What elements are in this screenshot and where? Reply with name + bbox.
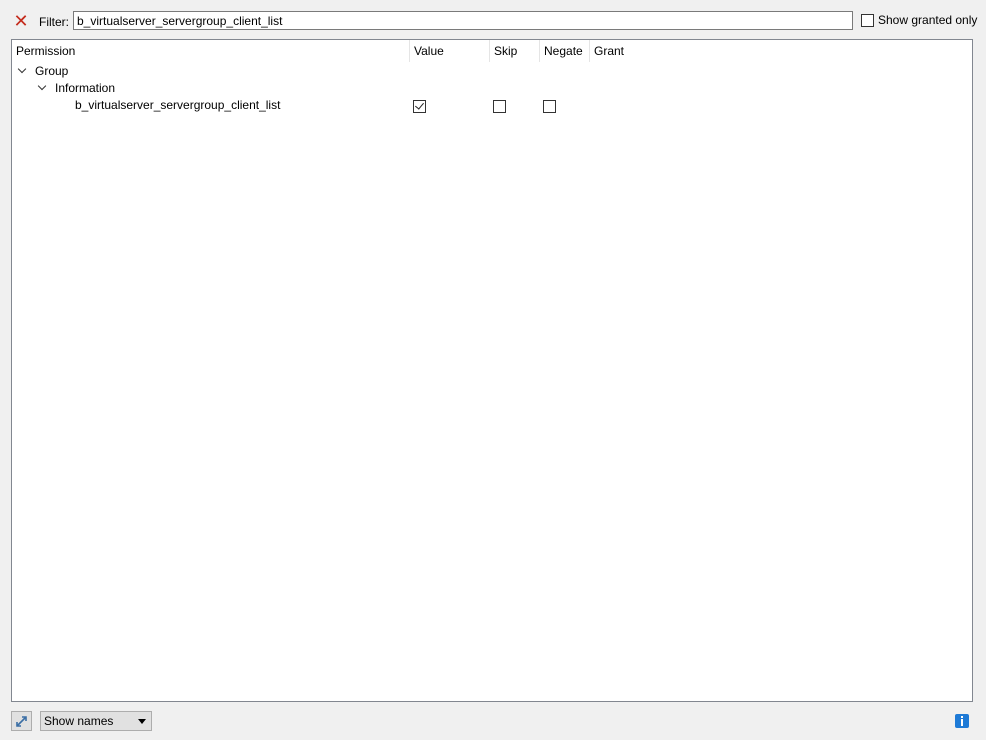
column-header-value[interactable]: Value	[410, 40, 490, 62]
column-header-skip[interactable]: Skip	[490, 40, 540, 62]
skip-checkbox[interactable]	[493, 100, 506, 113]
show-granted-only-toggle[interactable]: Show granted only	[861, 13, 977, 27]
clear-filter-icon[interactable]: ✕	[13, 12, 29, 30]
column-header-negate[interactable]: Negate	[540, 40, 590, 62]
chevron-down-icon[interactable]	[38, 83, 47, 92]
tree-row-group[interactable]: Group	[12, 63, 972, 80]
tree-row-label: Information	[55, 81, 116, 95]
filter-label: Filter:	[39, 15, 69, 29]
value-checkbox[interactable]	[413, 100, 426, 113]
chevron-down-icon[interactable]	[18, 66, 27, 75]
expand-collapse-icon	[16, 715, 27, 727]
display-mode-select[interactable]: Show names	[40, 711, 152, 731]
tree-row-permission[interactable]: b_virtualserver_servergroup_client_list	[12, 97, 972, 114]
negate-checkbox[interactable]	[543, 100, 556, 113]
permissions-tree[interactable]: Permission Value Skip Negate Grant Group…	[11, 39, 973, 702]
filter-input[interactable]	[73, 11, 853, 30]
show-granted-only-label: Show granted only	[878, 13, 978, 27]
tree-header: Permission Value Skip Negate Grant	[12, 40, 972, 62]
tree-row-label: Group	[35, 64, 69, 78]
tree-row-information[interactable]: Information	[12, 80, 972, 97]
show-granted-only-checkbox[interactable]	[861, 13, 874, 27]
column-header-grant[interactable]: Grant	[590, 40, 690, 62]
column-header-permission[interactable]: Permission	[12, 40, 410, 62]
permission-name: b_virtualserver_servergroup_client_list	[75, 98, 281, 112]
info-icon[interactable]	[955, 714, 969, 728]
expand-collapse-button[interactable]	[11, 711, 32, 731]
chevron-down-icon	[138, 719, 146, 724]
display-mode-value: Show names	[44, 714, 114, 728]
